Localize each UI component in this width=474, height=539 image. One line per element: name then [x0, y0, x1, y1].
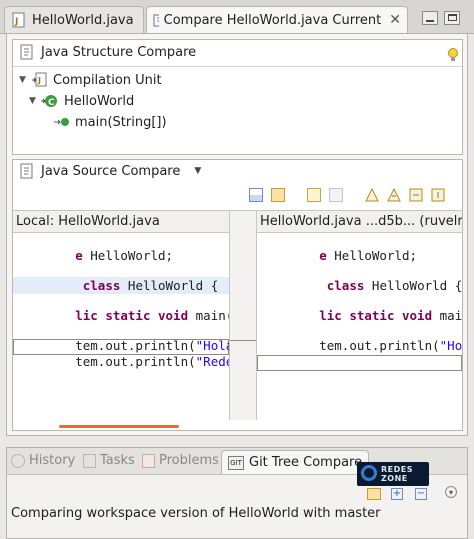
- bottom-panel: History Tasks Problems GIT Git Tree Comp…: [6, 447, 468, 539]
- next-difference-icon[interactable]: [365, 188, 379, 202]
- git-icon: GIT: [228, 455, 244, 470]
- tasks-icon: [83, 453, 96, 468]
- lightbulb-icon[interactable]: [447, 47, 459, 63]
- maximize-button[interactable]: [444, 11, 460, 25]
- copy-left-icon[interactable]: [307, 188, 321, 202]
- tree-item-label: HelloWorld: [64, 93, 135, 109]
- left-pane-header: Local: HelloWorld.java: [13, 211, 229, 233]
- tree-item-label: Compilation Unit: [53, 72, 162, 88]
- java-file-icon: J: [12, 12, 25, 28]
- method-icon: [54, 118, 69, 126]
- left-line-added: tem.out.println("RedesZone"): [75, 354, 229, 369]
- tab-label: Compare HelloWorld.java Current: [163, 12, 382, 28]
- previous-difference-icon[interactable]: [387, 188, 401, 202]
- tree-item-helloworld[interactable]: ▼ C HelloWorld: [29, 91, 134, 111]
- left-code-pane[interactable]: e HelloWorld; class HelloWorld { lic sta…: [13, 233, 229, 419]
- compilation-unit-icon: J: [32, 72, 47, 87]
- minimize-icon: [426, 20, 434, 22]
- diff-connector: [230, 340, 256, 341]
- compare-icon: [153, 14, 159, 27]
- dropdown-arrow-icon[interactable]: ▼: [194, 166, 201, 176]
- history-icon: [11, 453, 25, 468]
- tab-helloworld-java[interactable]: J HelloWorld.java: [4, 6, 144, 33]
- previous-change-icon[interactable]: [431, 188, 445, 202]
- tab-label: Problems: [159, 453, 219, 468]
- tab-tasks[interactable]: Tasks: [83, 453, 135, 468]
- right-code-pane[interactable]: e HelloWorld; class HelloWorld { lic sta…: [257, 233, 462, 419]
- problems-icon: [142, 453, 155, 468]
- right-pane-title: HelloWorld.java ...d5b... (ruvelro): [260, 214, 462, 229]
- svg-text:J: J: [14, 17, 18, 27]
- class-icon: C: [41, 95, 57, 108]
- show-ancestor-icon[interactable]: [271, 188, 285, 202]
- minimize-button[interactable]: [422, 11, 438, 25]
- tab-problems[interactable]: Problems: [142, 453, 219, 468]
- collapse-all-icon[interactable]: −: [415, 488, 427, 500]
- horizontal-scrollbar-thumb[interactable]: [59, 425, 179, 428]
- maximize-icon: [447, 14, 457, 21]
- status-message: Comparing workspace version of HelloWorl…: [11, 506, 381, 521]
- java-structure-icon: [20, 44, 33, 60]
- structure-compare-header: Java Structure Compare: [19, 44, 196, 60]
- view-menu-icon[interactable]: ▾: [445, 486, 457, 498]
- source-compare-header: Java Source Compare ▼: [19, 163, 201, 179]
- compare-editor: Java Structure Compare ▼ J Compilation U…: [6, 33, 468, 436]
- compare-toolbar: [249, 188, 445, 202]
- right-line: tem.out.println("Hola mundo: [319, 338, 462, 353]
- divider: [13, 66, 462, 67]
- next-change-icon[interactable]: [409, 188, 423, 202]
- tree-item-main-method[interactable]: main(String[]): [53, 112, 167, 132]
- svg-text:C: C: [48, 98, 55, 108]
- source-compare-title: Java Source Compare: [41, 163, 181, 179]
- svg-text:J: J: [37, 76, 41, 85]
- copy-right-icon[interactable]: [329, 188, 343, 202]
- chevron-down-icon[interactable]: ▼: [29, 96, 41, 106]
- tree-item-label: main(String[]): [75, 114, 167, 130]
- tab-label: Tasks: [100, 453, 135, 468]
- close-icon[interactable]: ✕: [389, 12, 401, 28]
- compare-mode-icon[interactable]: [367, 488, 381, 500]
- tree-item-compilation-unit[interactable]: ▼ J Compilation Unit: [19, 70, 162, 90]
- left-pane-title: Local: HelloWorld.java: [16, 214, 160, 229]
- tab-label: Git Tree Compare: [249, 455, 363, 470]
- tab-label: HelloWorld.java: [32, 12, 134, 28]
- tab-compare[interactable]: Compare HelloWorld.java Current ✕: [146, 6, 408, 33]
- expand-all-icon[interactable]: +: [391, 488, 403, 500]
- chevron-down-icon[interactable]: ▼: [19, 75, 31, 85]
- tab-git-tree-compare[interactable]: GIT Git Tree Compare: [221, 450, 370, 474]
- horizontal-layout-icon[interactable]: [249, 188, 263, 202]
- right-pane-header: HelloWorld.java ...d5b... (ruvelro): [257, 211, 462, 233]
- logo-globe-icon: [361, 465, 377, 481]
- redeszone-logo: REDES ZONE: [357, 462, 429, 486]
- diff-gutter: [229, 211, 257, 420]
- tab-history[interactable]: History: [11, 453, 75, 468]
- java-source-icon: [20, 163, 33, 179]
- structure-compare-title: Java Structure Compare: [41, 44, 197, 60]
- editor-tab-bar: J HelloWorld.java Compare HelloWorld.jav…: [0, 0, 474, 34]
- source-compare-pane: Java Source Compare ▼ Local: HelloWorld.…: [12, 159, 463, 431]
- structure-compare-pane: Java Structure Compare ▼ J Compilation U…: [12, 39, 463, 155]
- tab-label: History: [29, 453, 76, 468]
- logo-text: REDES ZONE: [381, 465, 413, 483]
